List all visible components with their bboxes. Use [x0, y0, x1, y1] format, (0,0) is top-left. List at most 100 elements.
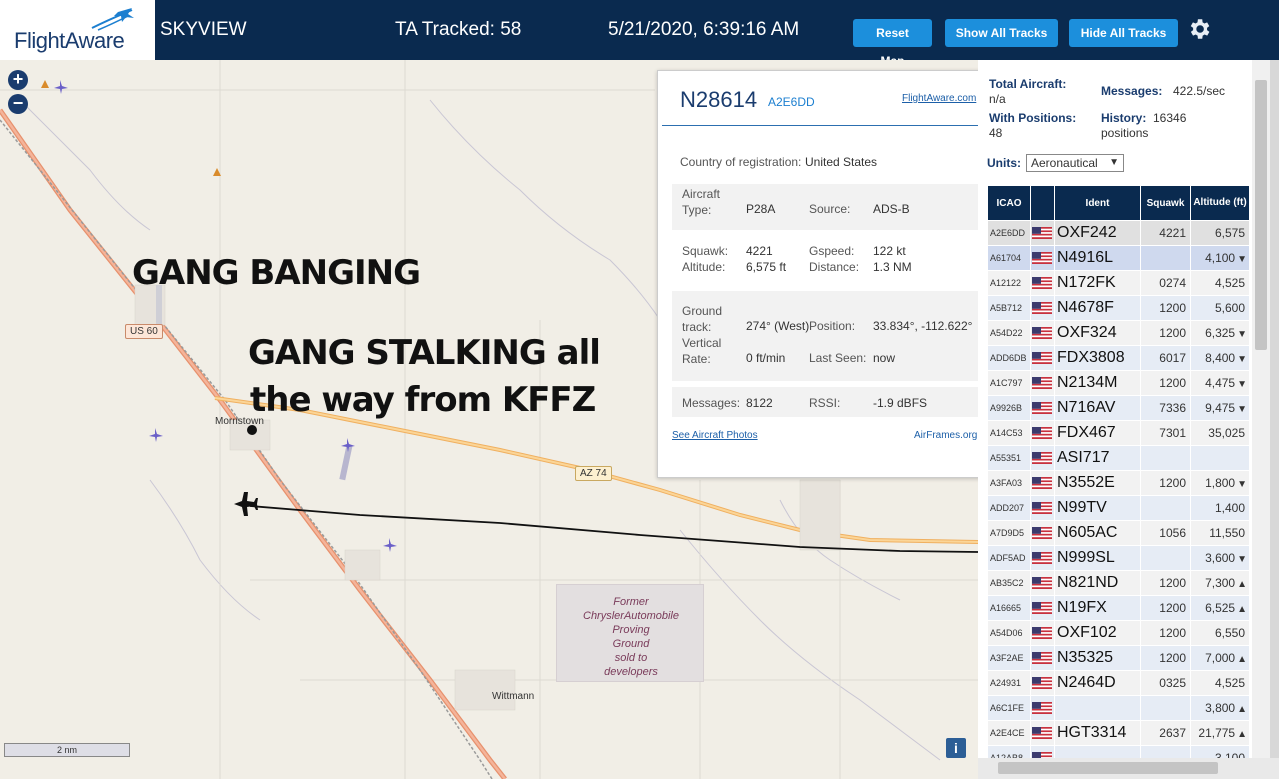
- icao-cell: A54D06: [987, 620, 1031, 646]
- trend-indicator: ▼: [1237, 354, 1247, 365]
- ident-cell: N821ND: [1054, 570, 1141, 596]
- table-row[interactable]: A3FA03 N3552E 1200 1,800 ▼: [987, 470, 1250, 496]
- track-position-row: Ground track: 274° (West) Position: 33.8…: [672, 291, 982, 381]
- table-row[interactable]: A1C797 N2134M 1200 4,475 ▼: [987, 370, 1250, 396]
- col-header-icao[interactable]: ICAO: [987, 185, 1031, 221]
- see-aircraft-photos-link[interactable]: See Aircraft Photos: [672, 430, 758, 441]
- us-flag-icon: [1030, 545, 1055, 571]
- table-row[interactable]: A54D06 OXF102 1200 6,550: [987, 620, 1250, 646]
- altitude-cell: 9,475 ▼: [1190, 395, 1250, 421]
- squawk-cell: 1200: [1140, 320, 1191, 346]
- table-row[interactable]: A24931 N2464D 0325 4,525: [987, 670, 1250, 696]
- az74-shield: AZ 74: [575, 466, 612, 481]
- proving-ground-area: Former ChryslerAutomobile Proving Ground…: [556, 584, 704, 682]
- table-row[interactable]: A61704 N4916L 4,100 ▼: [987, 245, 1250, 271]
- table-row[interactable]: AB35C2 N821ND 1200 7,300 ▲: [987, 570, 1250, 596]
- table-row[interactable]: A6C1FE 3,800 ▲: [987, 695, 1250, 721]
- table-row[interactable]: A2E6DD OXF242 4221 6,575: [987, 220, 1250, 246]
- hide-all-tracks-button[interactable]: Hide All Tracks: [1069, 19, 1178, 47]
- aircraft-type-value: P28A: [746, 202, 776, 216]
- ident-cell: OXF242: [1054, 220, 1141, 246]
- table-row[interactable]: A7D9D5 N605AC 1056 11,550: [987, 520, 1250, 546]
- altitude-cell: 11,550: [1190, 520, 1250, 546]
- ident-cell: OXF102: [1054, 620, 1141, 646]
- altitude-cell: 7,000 ▲: [1190, 645, 1250, 671]
- us-flag-icon: [1030, 695, 1055, 721]
- flightaware-link[interactable]: FlightAware.com: [902, 93, 976, 104]
- with-positions-label: With Positions:: [989, 111, 1077, 125]
- horizontal-scrollbar[interactable]: [978, 758, 1279, 779]
- col-header-ident[interactable]: Ident: [1054, 185, 1141, 221]
- altitude-value: 6,575 ft: [746, 260, 787, 274]
- aircraft-info-panel: N28614 A2E6DD FlightAware.com Country of…: [657, 70, 982, 478]
- altitude-cell: 1,800 ▼: [1190, 470, 1250, 496]
- icao-cell: A16665: [987, 595, 1031, 621]
- col-header-altitude[interactable]: Altitude (ft): [1190, 185, 1250, 221]
- ground-track-label: Ground track:: [682, 304, 723, 334]
- skyview-app: FlightAware SKYVIEW TA Tracked: 58 5/21/…: [0, 0, 1279, 779]
- reset-map-button[interactable]: Reset Map: [853, 19, 932, 68]
- icao-cell: A24931: [987, 670, 1031, 696]
- total-aircraft-label: Total Aircraft:: [989, 77, 1067, 91]
- horizontal-scrollbar-thumb[interactable]: [998, 762, 1218, 774]
- ident-cell: N716AV: [1054, 395, 1141, 421]
- airframes-link[interactable]: AirFrames.org: [914, 430, 977, 441]
- ident-cell: N172FK: [1054, 270, 1141, 296]
- altitude-value: 1,800: [1205, 476, 1236, 490]
- icao-cell: A6C1FE: [987, 695, 1031, 721]
- table-row[interactable]: A12122 N172FK 0274 4,525: [987, 270, 1250, 296]
- table-row[interactable]: A55351 ASI717: [987, 445, 1250, 471]
- table-row[interactable]: ADD6DB FDX3808 6017 8,400 ▼: [987, 345, 1250, 371]
- table-row[interactable]: A9926B N716AV 7336 9,475 ▼: [987, 395, 1250, 421]
- position-label: Position:: [809, 319, 856, 333]
- altitude-cell: 4,525: [1190, 270, 1250, 296]
- altitude-cell: 3,100: [1190, 745, 1250, 758]
- icao-cell: A12122: [987, 270, 1031, 296]
- squawk-cell: [1140, 495, 1191, 521]
- zoom-out-button[interactable]: −: [8, 94, 28, 114]
- altitude-value: 3,100: [1214, 751, 1245, 758]
- aircraft-registration: N28614: [680, 87, 758, 112]
- messages-label: Messages:: [682, 396, 741, 410]
- squawk-cell: 1200: [1140, 470, 1191, 496]
- info-button[interactable]: i: [946, 738, 966, 758]
- show-all-tracks-button[interactable]: Show All Tracks: [945, 19, 1058, 47]
- table-row[interactable]: ADD207 N99TV 1,400: [987, 495, 1250, 521]
- squawk-cell: 7336: [1140, 395, 1191, 421]
- country-label: Country of registration:: [680, 155, 802, 169]
- altitude-value: 5,600: [1214, 301, 1245, 315]
- gear-icon[interactable]: [1186, 16, 1212, 42]
- trend-indicator: ▼: [1237, 404, 1247, 415]
- sidebar-scrollbar[interactable]: [1252, 60, 1270, 758]
- trend-indicator: ▼: [1237, 329, 1247, 340]
- col-header-squawk[interactable]: Squawk: [1140, 185, 1191, 221]
- app-name: SKYVIEW: [160, 19, 247, 40]
- ident-cell: N4916L: [1054, 245, 1141, 271]
- trend-indicator: ▲: [1237, 729, 1247, 740]
- us-flag-icon: [1030, 645, 1055, 671]
- us-flag-icon: [1030, 720, 1055, 746]
- ident-cell: N4678F: [1054, 295, 1141, 321]
- flightaware-logo[interactable]: FlightAware: [0, 0, 155, 60]
- table-row[interactable]: A2E4CE HGT3314 2637 21,775 ▲: [987, 720, 1250, 746]
- icao-cell: A3FA03: [987, 470, 1031, 496]
- units-select[interactable]: Aeronautical ▼: [1026, 154, 1124, 172]
- altitude-value: 6,550: [1214, 626, 1245, 640]
- scrollbar-thumb[interactable]: [1255, 80, 1267, 350]
- table-row[interactable]: A5B712 N4678F 1200 5,600: [987, 295, 1250, 321]
- table-row[interactable]: A3F2AE N35325 1200 7,000 ▲: [987, 645, 1250, 671]
- squawk-cell: 1056: [1140, 520, 1191, 546]
- us-flag-icon: [1030, 620, 1055, 646]
- table-row[interactable]: A12AB8 3,100: [987, 745, 1250, 758]
- table-row[interactable]: ADF5AD N999SL 3,600 ▼: [987, 545, 1250, 571]
- table-row[interactable]: A54D22 OXF324 1200 6,325 ▼: [987, 320, 1250, 346]
- icao-cell: A61704: [987, 245, 1031, 271]
- aircraft-hex[interactable]: A2E6DD: [768, 95, 815, 109]
- table-row[interactable]: A14C53 FDX467 7301 35,025: [987, 420, 1250, 446]
- altitude-cell: 1,400: [1190, 495, 1250, 521]
- vertical-rate-label: Vertical Rate:: [682, 336, 722, 366]
- zoom-in-button[interactable]: +: [8, 70, 28, 90]
- col-header-flag[interactable]: [1030, 185, 1055, 221]
- proving-ground-label: Former ChryslerAutomobile Proving Ground…: [583, 596, 679, 678]
- table-row[interactable]: A16665 N19FX 1200 6,525 ▲: [987, 595, 1250, 621]
